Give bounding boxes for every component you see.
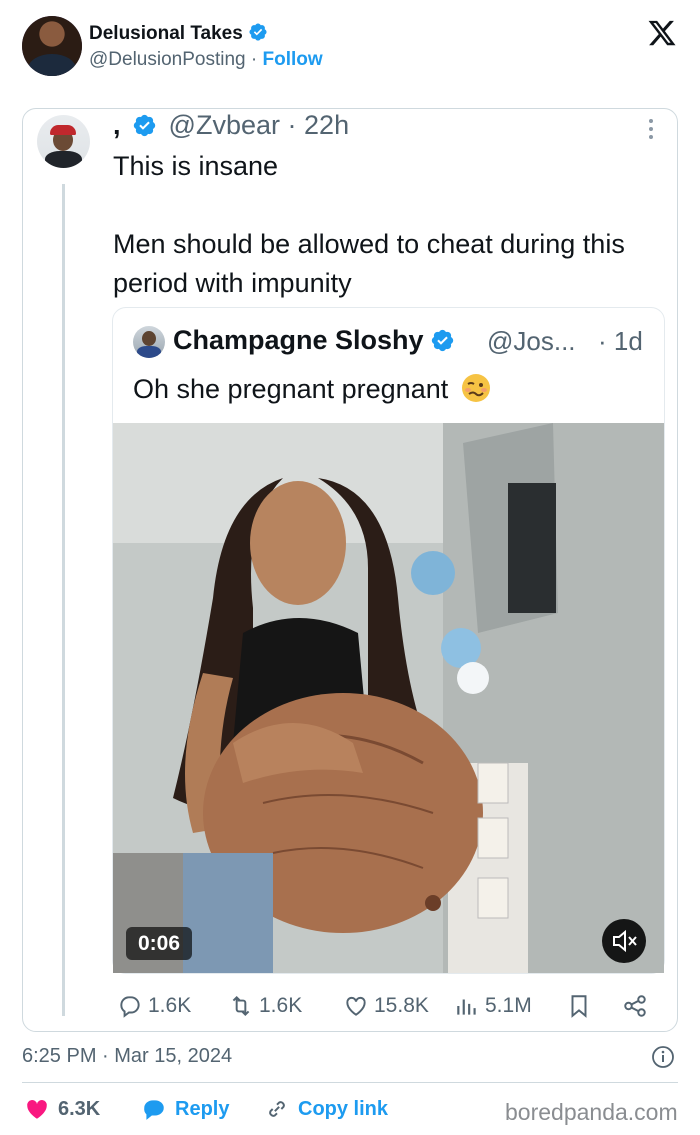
copy-link-label: Copy link (298, 1097, 389, 1120)
mute-icon[interactable] (602, 919, 646, 963)
author-avatar[interactable] (22, 16, 82, 76)
quoted-tweet-text: This is insane Men should be allowed to … (113, 147, 658, 303)
retweet-icon (232, 995, 250, 1017)
retweet-action[interactable]: 1.6K (228, 993, 302, 1019)
tweet-text-line: This is insane (113, 151, 279, 181)
reply-label: Reply (175, 1097, 230, 1120)
share-icon (624, 995, 646, 1017)
views-icon (457, 999, 476, 1015)
quoted-author-avatar[interactable] (37, 115, 90, 168)
info-icon[interactable] (651, 1045, 675, 1069)
tweet-text-line: Men should be allowed to cheat during th… (113, 229, 625, 298)
watermark: boredpanda.com (505, 1099, 678, 1125)
quoted-tweet-header: , @Zvbear · 22h (113, 110, 349, 141)
verified-badge-icon (431, 329, 453, 352)
reply-count: 1.6K (148, 994, 192, 1017)
nested-tweet-text: Oh she pregnant pregnant (133, 372, 492, 405)
share-action[interactable] (622, 993, 648, 1019)
tweet-text-line: Oh she pregnant pregnant (133, 374, 449, 404)
copy-link-button[interactable]: Copy link (264, 1096, 388, 1122)
nested-tweet-time[interactable]: · 1d (598, 326, 643, 357)
follow-button[interactable]: Follow (262, 49, 322, 70)
thread-line (62, 184, 65, 1016)
tweet-timestamp[interactable]: 6:25 PM · Mar 15, 2024 (22, 1045, 232, 1068)
quoted-author-name[interactable]: , (113, 110, 121, 140)
more-dots-icon[interactable] (643, 116, 659, 142)
meta-separator: · (287, 110, 297, 140)
video-duration-badge: 0:06 (126, 927, 192, 960)
heart-icon (346, 996, 366, 1016)
quoted-author-handle[interactable]: @Zvbear (169, 110, 280, 140)
video-frame-illustration (113, 423, 664, 973)
woozy-face-emoji-icon (461, 374, 490, 402)
reply-button[interactable]: Reply (141, 1096, 229, 1122)
views-count: 5.1M (485, 994, 532, 1017)
like-action[interactable]: 15.8K (343, 993, 429, 1019)
quoted-tweet-time[interactable]: 22h (304, 110, 349, 140)
video-thumbnail[interactable] (113, 423, 664, 973)
views-action[interactable]: 5.1M (454, 993, 532, 1019)
bookmark-action[interactable] (566, 993, 592, 1019)
x-logo-icon[interactable] (646, 18, 678, 48)
divider (22, 1082, 678, 1083)
reply-icon (120, 996, 140, 1018)
nested-author-name-row: Champagne Sloshy (173, 325, 455, 356)
like-total: 6.3K (58, 1097, 101, 1120)
like-button[interactable]: 6.3K (24, 1096, 100, 1122)
nested-author-handle[interactable]: @Jos... (487, 326, 576, 357)
verified-badge-icon (249, 23, 267, 41)
nested-author-avatar[interactable] (133, 326, 165, 358)
author-name-row[interactable]: Delusional Takes (89, 22, 268, 45)
link-icon (269, 1101, 285, 1117)
author-meta: @DelusionPosting · Follow (89, 49, 323, 71)
author-name[interactable]: Delusional Takes (89, 23, 243, 44)
heart-icon (27, 1099, 47, 1119)
reply-action[interactable]: 1.6K (117, 993, 191, 1019)
verified-badge-icon (133, 114, 156, 137)
retweet-count: 1.6K (259, 994, 303, 1017)
like-count: 15.8K (374, 994, 429, 1017)
author-handle[interactable]: @DelusionPosting (89, 49, 246, 70)
nested-author-name[interactable]: Champagne Sloshy (173, 325, 424, 355)
bookmark-icon (571, 995, 587, 1018)
meta-separator: · (250, 49, 258, 70)
reply-icon (144, 1100, 164, 1120)
